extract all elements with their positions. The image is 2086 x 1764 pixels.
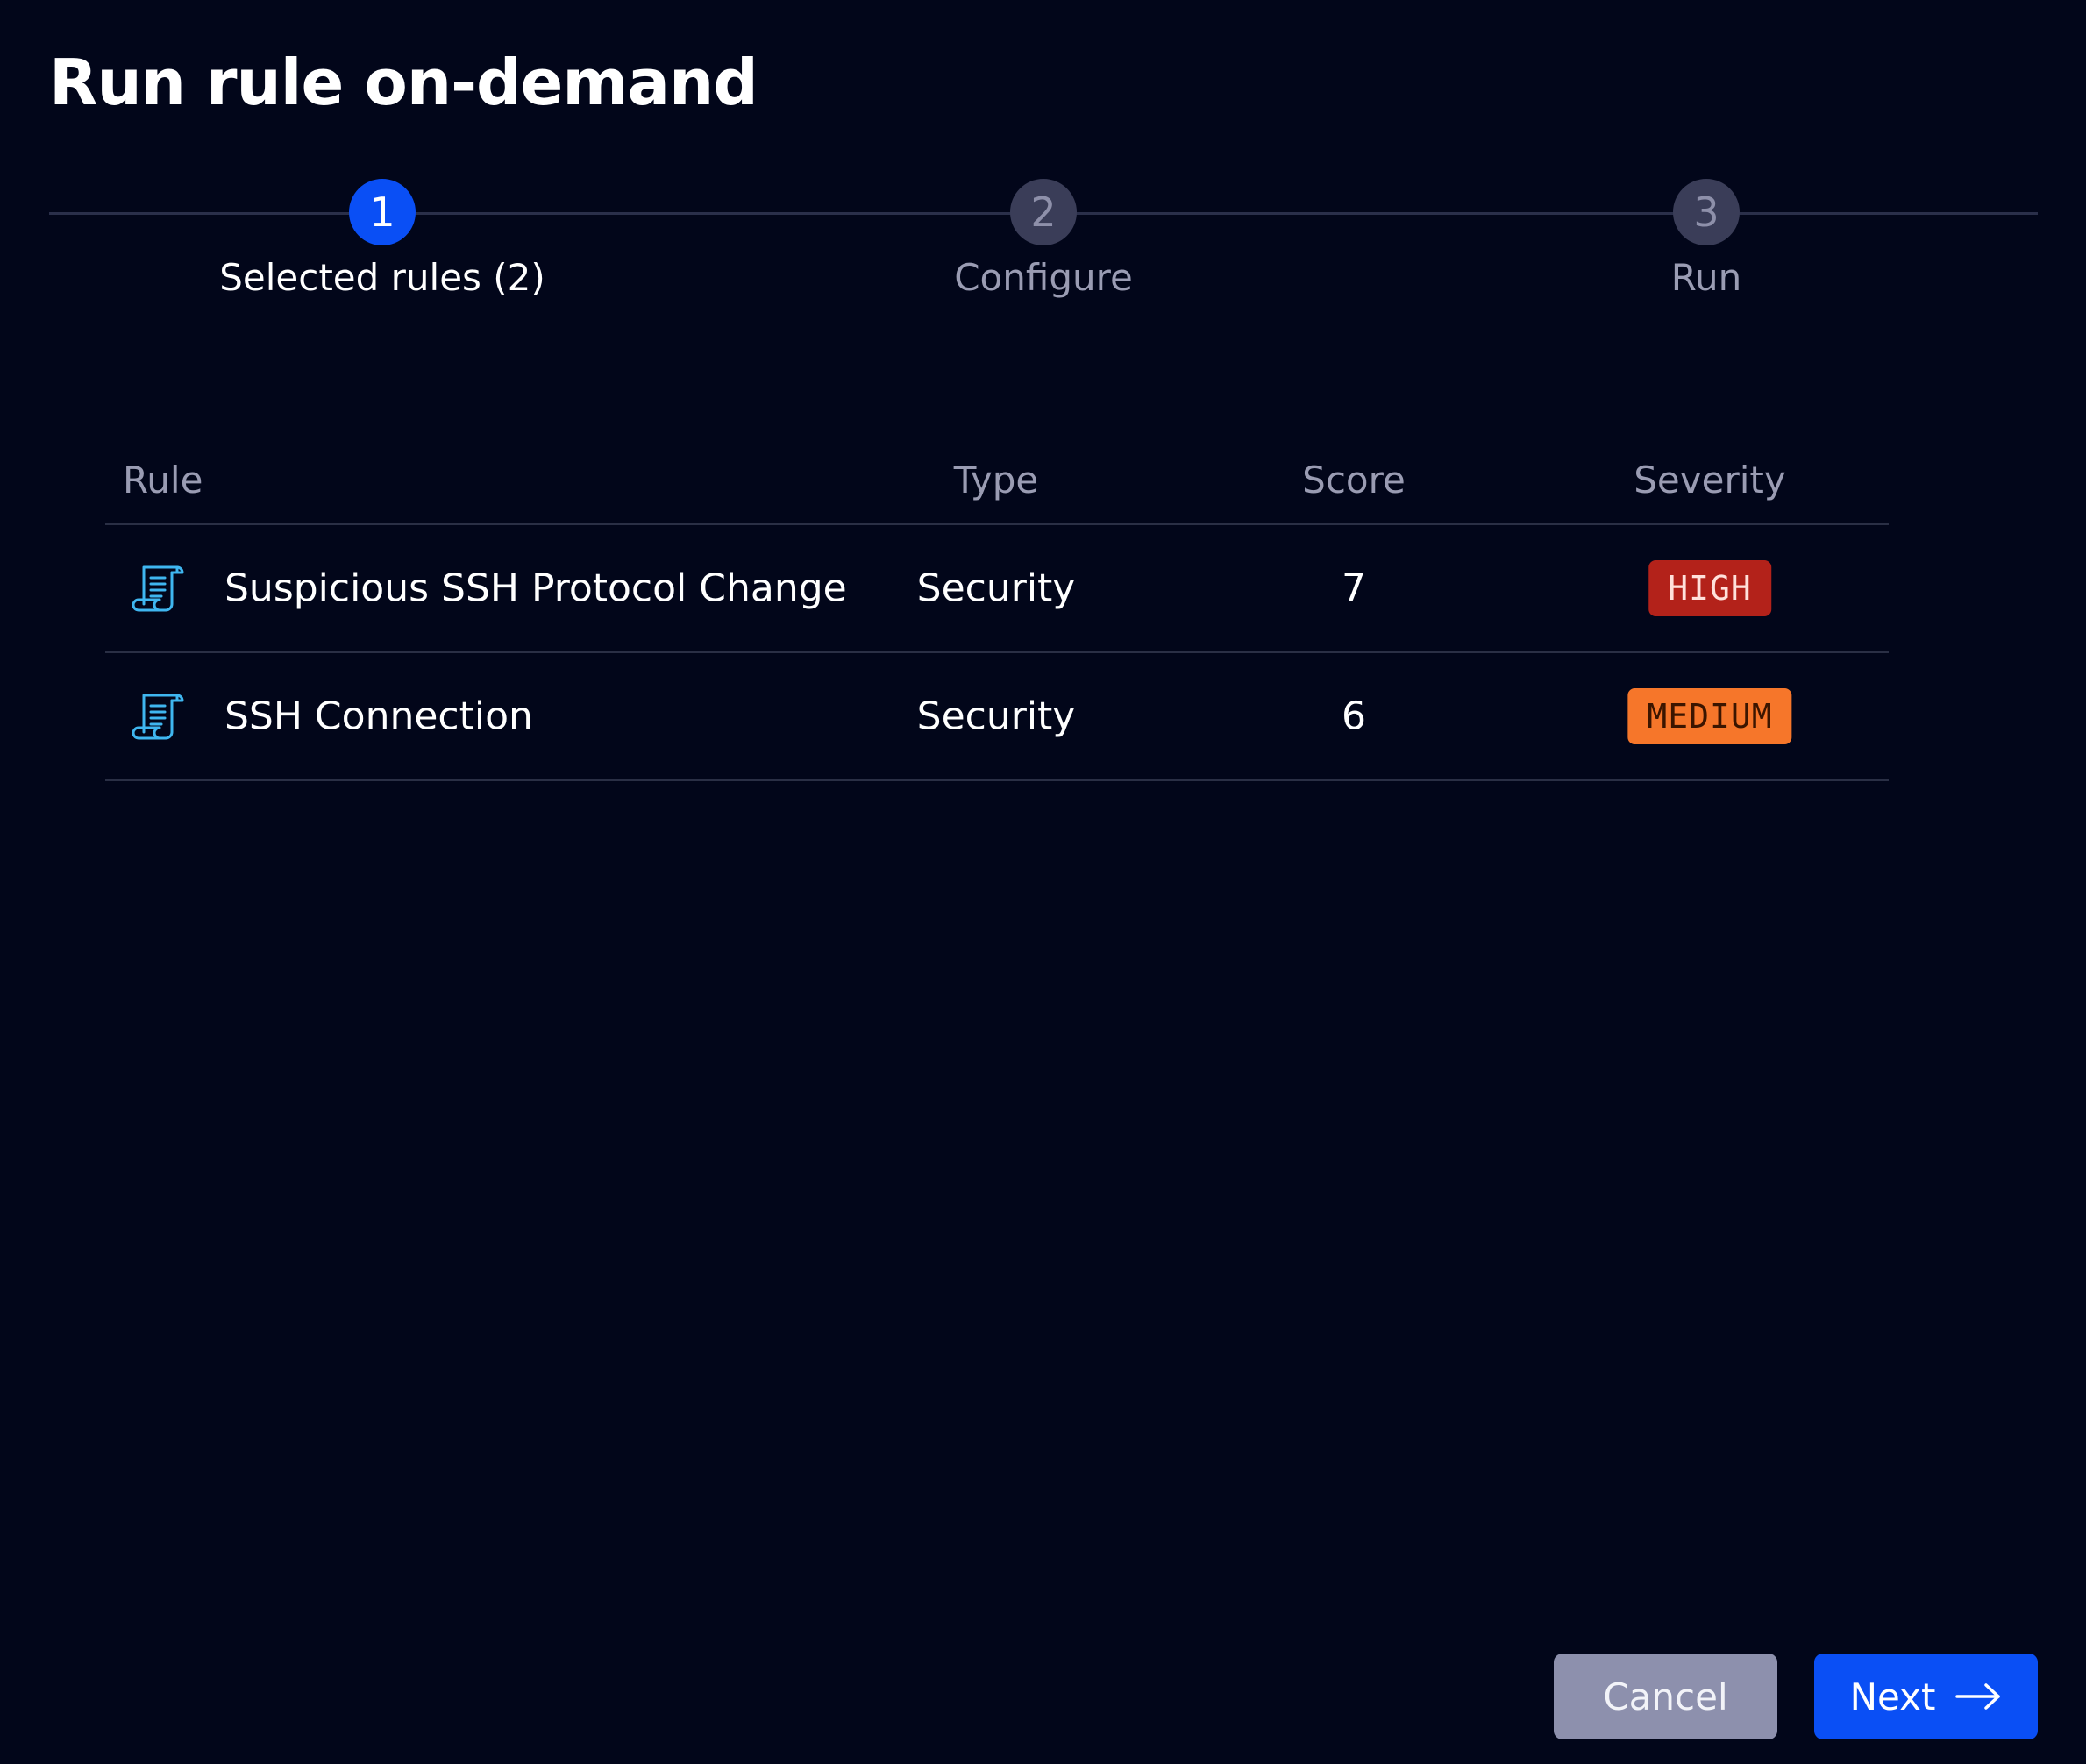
- step-number-badge: 2: [1010, 179, 1077, 245]
- column-header-type: Type: [953, 459, 1039, 501]
- step-number-badge: 1: [349, 179, 416, 245]
- step-configure[interactable]: 2 Configure: [859, 179, 1228, 299]
- rule-type: Security: [916, 565, 1076, 610]
- next-button[interactable]: Next: [1814, 1654, 2038, 1739]
- step-label: Selected rules (2): [219, 256, 545, 299]
- rule-score: 7: [1342, 565, 1366, 610]
- step-label: Configure: [954, 256, 1133, 299]
- rule-name: SSH Connection: [224, 694, 533, 738]
- dialog-title: Run rule on-demand: [49, 46, 758, 119]
- table-header: Rule Type Score Severity: [105, 443, 1889, 525]
- table-row[interactable]: Suspicious SSH Protocol Change Security …: [105, 525, 1889, 653]
- cancel-button-label: Cancel: [1603, 1675, 1728, 1718]
- severity-badge-medium: MEDIUM: [1627, 687, 1792, 744]
- arrow-right-icon: [1955, 1683, 2001, 1710]
- step-number-badge: 3: [1673, 179, 1740, 245]
- step-selected-rules[interactable]: 1 Selected rules (2): [198, 179, 566, 299]
- step-run[interactable]: 3 Run: [1522, 179, 1890, 299]
- table-row[interactable]: SSH Connection Security 6 MEDIUM: [105, 653, 1889, 781]
- rule-name: Suspicious SSH Protocol Change: [224, 565, 847, 610]
- severity-badge-high: HIGH: [1648, 559, 1771, 616]
- cancel-button[interactable]: Cancel: [1554, 1654, 1777, 1739]
- stepper: 1 Selected rules (2) 2 Configure 3 Run: [49, 179, 2038, 319]
- column-header-severity: Severity: [1634, 459, 1786, 501]
- rule-score: 6: [1342, 694, 1366, 738]
- rule-scroll-icon: [132, 694, 184, 739]
- rule-type: Security: [916, 694, 1076, 738]
- selected-rules-table: Rule Type Score Severity Suspicious SSH …: [105, 443, 1889, 781]
- next-button-label: Next: [1849, 1675, 1936, 1718]
- column-header-score: Score: [1302, 459, 1406, 501]
- column-header-rule: Rule: [123, 459, 203, 501]
- rule-scroll-icon: [132, 565, 184, 611]
- step-label: Run: [1670, 256, 1742, 299]
